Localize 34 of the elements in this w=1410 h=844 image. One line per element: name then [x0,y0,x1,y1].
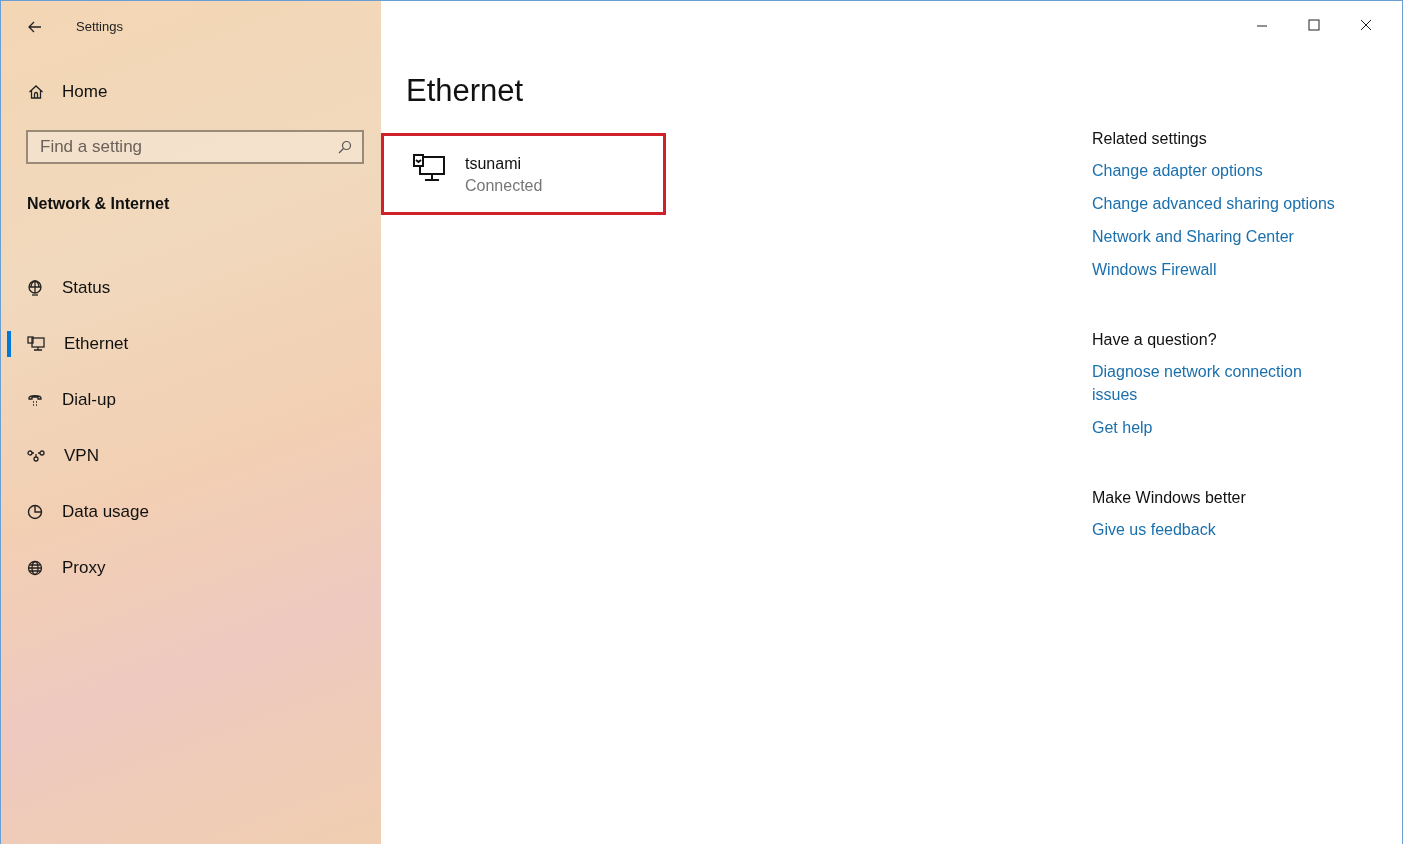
window-title: Settings [76,18,123,37]
connection-status: Connected [465,176,543,196]
maximize-icon[interactable] [1308,19,1320,31]
settings-link[interactable]: Diagnose network connection issues [1092,360,1348,406]
ethernet-icon [27,335,45,352]
home-icon [28,83,44,100]
globe-monitor-icon [27,279,43,296]
section-heading: Network & Internet [27,193,170,214]
connection-card[interactable]: tsunami Connected [381,133,666,215]
settings-link[interactable]: Windows Firewall [1092,258,1217,281]
nav-item[interactable]: VPN [27,442,99,469]
section-title: Make Windows better [1092,488,1246,508]
pie-chart-icon [27,503,43,520]
globe-icon [27,559,43,576]
nav-item[interactable]: Status [27,274,111,301]
connection-name: tsunami [465,154,523,174]
settings-link[interactable]: Change advanced sharing options [1092,192,1335,215]
vpn-icon [27,448,45,463]
page-heading: Ethernet [406,72,524,110]
section-title: Have a question? [1092,330,1217,350]
section-title: Related settings [1092,129,1207,149]
settings-link[interactable]: Get help [1092,416,1153,439]
nav-item[interactable]: Dial-up [27,386,116,413]
nav-item[interactable]: Data usage [27,498,149,525]
settings-link[interactable]: Network and Sharing Center [1092,225,1294,248]
settings-link[interactable]: Give us feedback [1092,518,1216,541]
settings-link[interactable]: Change adapter options [1092,159,1263,182]
nav-item[interactable]: Proxy [27,554,106,581]
search-icon [338,139,352,154]
back-arrow-icon[interactable] [28,21,42,33]
nav-item[interactable]: Ethernet [27,330,129,357]
search-field[interactable]: Find a setting [26,129,364,164]
close-icon[interactable] [1360,19,1372,31]
home-link[interactable]: Home [28,79,108,105]
